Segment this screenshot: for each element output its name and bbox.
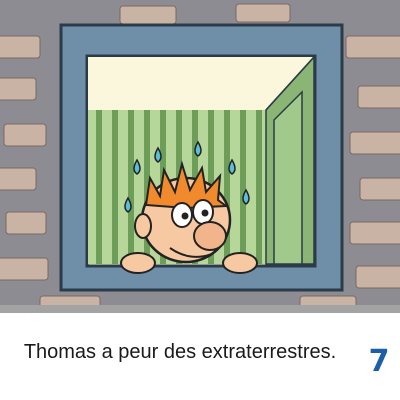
door-frame <box>273 90 303 265</box>
page-number: 7 <box>368 344 390 379</box>
illustration <box>0 0 400 313</box>
ground-strip <box>0 305 400 313</box>
book-page: Thomas a peur des extraterrestres. 7 <box>0 0 400 400</box>
caption-text: Thomas a peur des extraterrestres. <box>23 341 337 363</box>
